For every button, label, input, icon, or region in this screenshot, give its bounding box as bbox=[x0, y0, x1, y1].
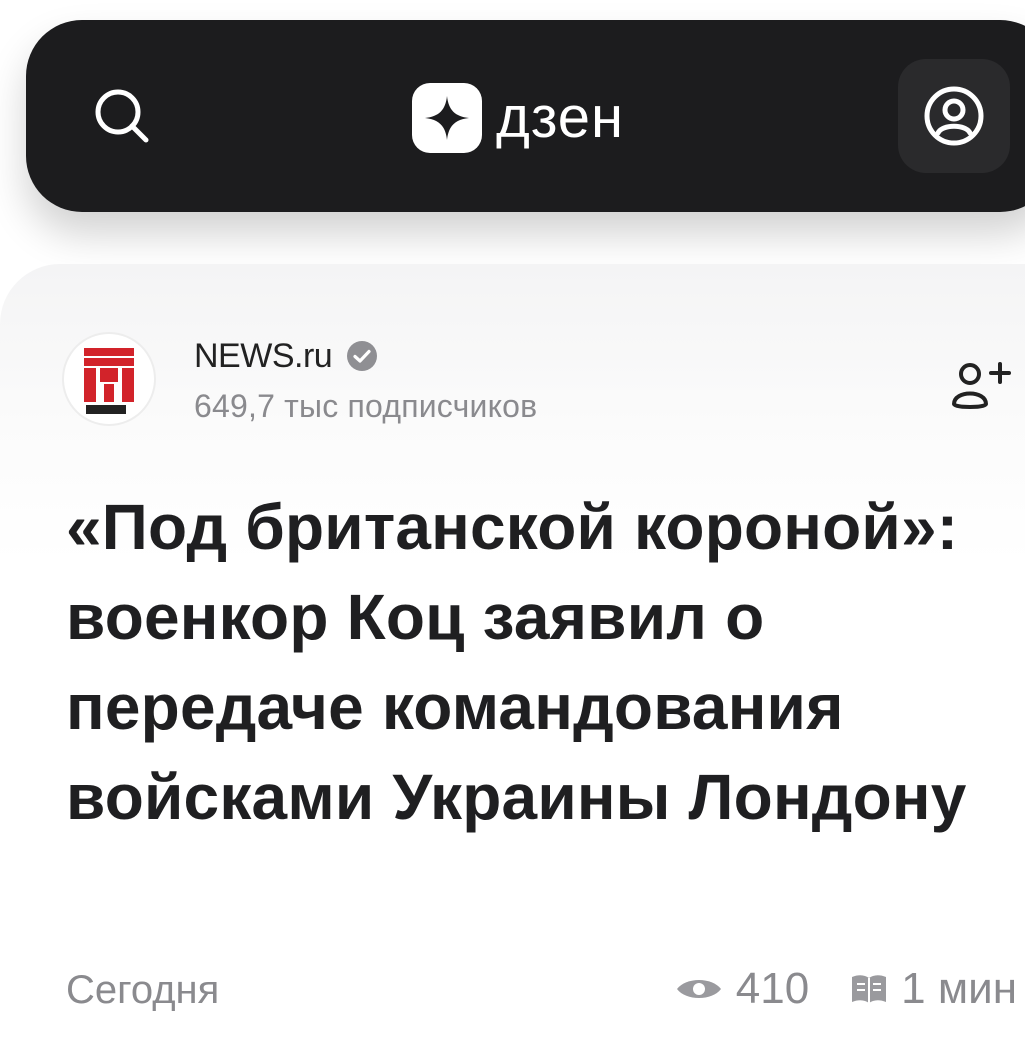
newsru-logo-icon bbox=[84, 348, 134, 414]
top-header: дзен bbox=[26, 20, 1025, 212]
user-profile-icon bbox=[924, 86, 984, 146]
channel-info: NEWS.ru bbox=[194, 336, 378, 376]
publish-date: Сегодня bbox=[66, 968, 220, 1012]
book-icon bbox=[852, 975, 887, 1003]
dzen-star-logo-icon bbox=[412, 83, 482, 153]
article-stats: 410 1 мин bbox=[674, 964, 1017, 1014]
search-button[interactable] bbox=[86, 80, 158, 152]
search-icon bbox=[95, 89, 149, 143]
verified-badge-icon bbox=[347, 341, 378, 371]
dzen-brand[interactable]: дзен bbox=[412, 82, 624, 154]
add-user-icon bbox=[951, 362, 1011, 409]
subscribe-button[interactable] bbox=[946, 356, 1018, 416]
subscriber-count: 649,7 тыс подписчиков bbox=[194, 388, 538, 424]
brand-name: дзен bbox=[496, 85, 625, 150]
eye-icon bbox=[676, 980, 721, 998]
channel-name[interactable]: NEWS.ru bbox=[194, 337, 333, 376]
channel-avatar[interactable] bbox=[64, 334, 154, 424]
read-time: 1 мин bbox=[901, 964, 1017, 1013]
page: дзен NEWS.ru 649,7 тыс подписчиков «Под … bbox=[0, 0, 1025, 1053]
article-title: «Под британской короной»: военкор Коц за… bbox=[66, 491, 967, 833]
view-count: 410 bbox=[735, 964, 810, 1013]
profile-button[interactable] bbox=[898, 59, 1010, 173]
